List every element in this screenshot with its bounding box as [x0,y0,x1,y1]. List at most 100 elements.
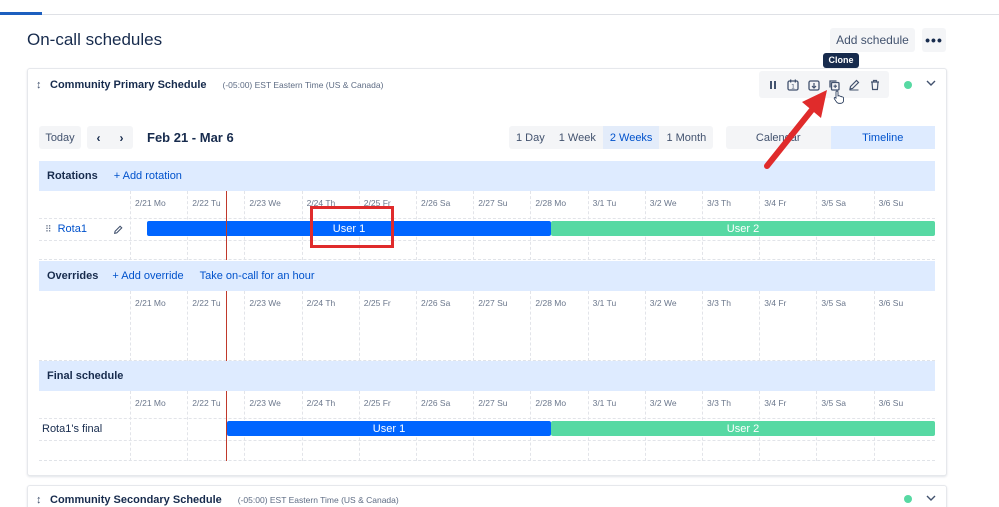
annotation-arrow-icon [764,90,827,169]
day-label: 3/1 Tu [592,298,617,308]
current-time-line [226,191,227,260]
day-label: 2/28 Mo [535,398,567,408]
day-label: 2/23 We [249,198,281,208]
take-oncall-link[interactable]: Take on-call for an hour [200,270,315,282]
day-label: 3/5 Sa [821,298,846,308]
day-label: 3/3 Th [707,398,731,408]
schedule-timezone: (-05:00) EST Eastern Time (US & Canada) [222,80,384,90]
day-label: 2/28 Mo [535,198,567,208]
final-schedule-header: Final schedule [39,361,935,391]
day-label: 3/1 Tu [592,398,617,408]
day-column: 3/5 Sa [816,291,873,361]
current-time-line [226,391,227,461]
day-label: 2/21 Mo [135,398,166,408]
day-label: 2/24 Th [306,398,336,408]
day-label: 2/22 Tu [192,198,221,208]
previous-range-button[interactable]: ‹ [87,126,110,149]
collapse-chevron-icon[interactable] [926,494,936,505]
day-column: 2/27 Su [473,291,530,361]
view-timeline[interactable]: Timeline [830,126,935,149]
day-column: 2/22 Tu [187,291,244,361]
delete-icon[interactable] [867,77,883,93]
range-2-weeks[interactable]: 2 Weeks [602,126,660,149]
range-1-week[interactable]: 1 Week [552,126,603,149]
day-label: 3/2 We [649,298,677,308]
day-label: 2/25 Fr [363,298,391,308]
day-label: 2/23 We [249,298,281,308]
status-indicator [904,81,912,89]
day-label: 2/27 Su [478,398,508,408]
schedule-name[interactable]: Community Secondary Schedule [50,494,222,506]
day-label: 2/26 Sa [421,398,451,408]
schedule-header-secondary: ↕ Community Secondary Schedule (-05:00) … [36,494,399,506]
schedule-timezone: (-05:00) EST Eastern Time (US & Canada) [237,495,399,505]
date-range-label: Feb 21 - Mar 6 [147,130,234,145]
active-tab-indicator [0,12,42,15]
drag-handle-icon[interactable]: ↕ [36,494,44,506]
day-label: 3/2 We [649,398,677,408]
day-label: 2/22 Tu [192,398,221,408]
day-column: 2/23 We [244,291,301,361]
day-label: 3/5 Sa [821,398,846,408]
add-schedule-button[interactable]: Add schedule [830,28,915,52]
schedule-name[interactable]: Community Primary Schedule [50,79,207,91]
rotations-title: Rotations [47,170,98,182]
clone-tooltip: Clone [823,53,859,68]
day-column: 2/21 Mo [130,291,187,361]
overrides-header: Overrides + Add override Take on-call fo… [39,261,935,291]
add-rotation-link[interactable]: + Add rotation [114,170,182,182]
rotation-bar-user2[interactable]: User 2 [551,221,935,236]
rotation-row-rota1: ⠿ Rota1 [45,223,87,235]
day-label: 3/3 Th [707,298,731,308]
day-label: 3/4 Fr [764,298,787,308]
day-label: 2/28 Mo [535,298,567,308]
edit-icon[interactable] [846,77,862,93]
day-label: 2/25 Fr [363,398,391,408]
current-time-line [226,291,227,361]
day-label: 3/6 Su [878,298,904,308]
day-column: 3/1 Tu [587,291,645,361]
collapse-chevron-icon[interactable] [926,79,936,90]
next-range-button[interactable]: › [110,126,133,149]
final-bar-user1[interactable]: User 1 [227,421,551,436]
overrides-grid: 2/21 Mo 2/22 Tu 2/23 We 2/24 Th 2/25 Fr 2/26 … [39,291,935,361]
edit-rotation-icon[interactable] [113,225,123,238]
final-bar-user2[interactable]: User 2 [551,421,935,436]
day-label: 2/27 Su [478,198,508,208]
day-label: 2/23 We [249,398,281,408]
grip-icon[interactable]: ⠿ [45,224,52,235]
rotation-name[interactable]: Rota1 [58,223,87,235]
day-label: 3/5 Sa [821,198,846,208]
top-divider [0,14,999,15]
more-options-button[interactable]: ••• [922,28,946,52]
day-column: 3/2 We [644,291,702,361]
add-override-link[interactable]: + Add override [112,270,183,282]
day-label: 2/24 Th [306,298,336,308]
today-button[interactable]: Today [39,126,81,149]
schedule-header-primary: ↕ Community Primary Schedule (-05:00) ES… [36,79,383,91]
page-title: On-call schedules [27,30,163,49]
range-1-day[interactable]: 1 Day [509,126,552,149]
date-navigation: Today ‹ › Feb 21 - Mar 6 [39,126,234,149]
day-label: 3/6 Su [878,398,904,408]
day-label: 2/21 Mo [135,198,166,208]
range-1-month[interactable]: 1 Month [659,126,713,149]
drag-handle-icon[interactable]: ↕ [36,79,44,91]
day-label: 2/26 Sa [421,198,451,208]
day-label: 2/22 Tu [192,298,221,308]
day-column: 3/6 Su [873,291,931,361]
day-label: 3/3 Th [707,198,731,208]
day-label: 2/27 Su [478,298,508,308]
day-column: 3/4 Fr [759,291,816,361]
day-label: 3/4 Fr [764,198,787,208]
annotation-highlight-box [310,206,394,248]
day-label: 2/21 Mo [135,298,166,308]
day-column: 3/3 Th [702,291,759,361]
overrides-title: Overrides [47,270,99,282]
day-label: 3/1 Tu [592,198,617,208]
day-column: 2/26 Sa [416,291,473,361]
day-column: 2/28 Mo [530,291,587,361]
date-stepper: ‹ › [87,126,133,149]
final-row-label: Rota1's final [42,423,103,435]
day-column: 2/24 Th [301,291,359,361]
